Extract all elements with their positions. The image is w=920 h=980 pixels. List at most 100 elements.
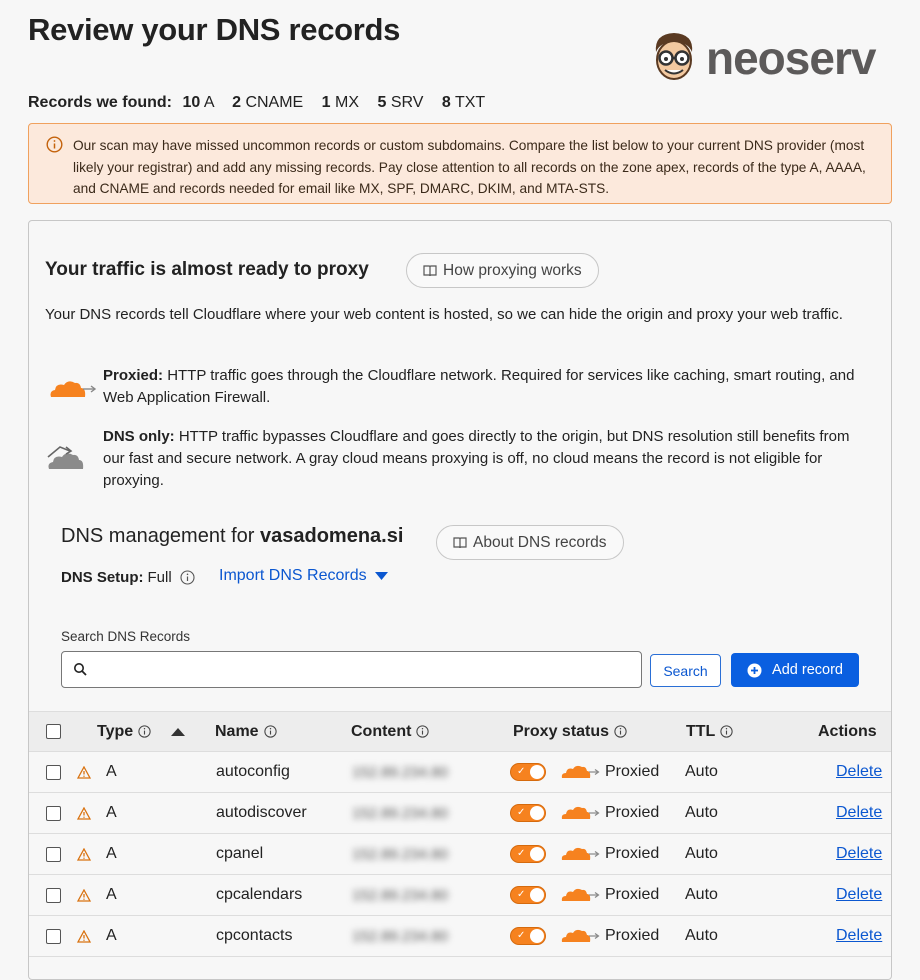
caret-down-icon bbox=[374, 572, 388, 580]
record-type: A bbox=[106, 763, 117, 780]
warning-icon bbox=[77, 806, 91, 820]
ttl-header-label: TTL bbox=[686, 722, 716, 740]
search-icon bbox=[74, 663, 87, 676]
proxy-toggle[interactable]: ✓ bbox=[510, 927, 546, 945]
type-header-label: Type bbox=[97, 722, 134, 740]
count-a: 10 bbox=[182, 94, 201, 111]
proxy-toggle[interactable]: ✓ bbox=[510, 804, 546, 822]
delete-link[interactable]: Delete bbox=[836, 793, 882, 833]
check-icon: ✓ bbox=[517, 766, 526, 777]
about-dns-label: About DNS records bbox=[473, 533, 607, 551]
actions-header-label: Actions bbox=[818, 722, 877, 740]
delete-link[interactable]: Delete bbox=[836, 752, 882, 792]
proxy-toggle[interactable]: ✓ bbox=[510, 845, 546, 863]
proxy-toggle[interactable]: ✓ bbox=[510, 763, 546, 781]
mascot-logo-icon bbox=[655, 33, 693, 80]
row-checkbox[interactable] bbox=[46, 887, 61, 903]
proxy-status-label: Proxied bbox=[605, 927, 660, 944]
table-row: A cpcalendars 152.89.234.80 ✓ Proxied Au… bbox=[29, 875, 891, 916]
row-checkbox[interactable] bbox=[46, 805, 61, 821]
table-row: A autodiscover 152.89.234.80 ✓ Proxied A… bbox=[29, 793, 891, 834]
proxy-card: Your traffic is almost ready to proxy Ho… bbox=[28, 220, 892, 980]
proxy-header-label: Proxy status bbox=[513, 722, 610, 740]
proxy-status-label: Proxied bbox=[605, 804, 660, 821]
dns-setup-label: DNS Setup: bbox=[61, 569, 144, 586]
content-header-label: Content bbox=[351, 722, 412, 740]
delete-link[interactable]: Delete bbox=[836, 875, 882, 915]
table-header: Type Name Content Proxy status TTL Actio… bbox=[29, 711, 891, 752]
info-icon bbox=[263, 725, 277, 738]
proxied-description: Proxied: HTTP traffic goes through the C… bbox=[103, 365, 873, 409]
name-header-label: Name bbox=[215, 722, 259, 740]
proxied-cloud-icon bbox=[561, 888, 600, 901]
add-record-button[interactable]: Add record bbox=[731, 653, 859, 687]
count-srv-type: SRV bbox=[390, 94, 424, 111]
dns-management-heading: DNS management for vasadomena.si bbox=[61, 525, 403, 548]
info-icon[interactable] bbox=[180, 570, 195, 585]
sort-ascending-icon[interactable] bbox=[171, 727, 186, 736]
delete-link[interactable]: Delete bbox=[836, 834, 882, 874]
book-icon bbox=[453, 536, 467, 548]
check-icon: ✓ bbox=[517, 807, 526, 818]
count-cname: 2 bbox=[232, 94, 241, 111]
column-type[interactable]: Type bbox=[97, 712, 186, 751]
record-name: autoconfig bbox=[216, 763, 290, 780]
record-type: A bbox=[106, 845, 117, 862]
info-icon bbox=[46, 136, 63, 153]
dns-only-description: DNS only: HTTP traffic bypasses Cloudfla… bbox=[103, 426, 873, 492]
record-content: 152.89.234.80 bbox=[352, 804, 448, 822]
row-checkbox[interactable] bbox=[46, 846, 61, 862]
record-ttl: Auto bbox=[685, 886, 718, 903]
logo-text: neoserv bbox=[706, 32, 876, 84]
proxy-heading: Your traffic is almost ready to proxy bbox=[45, 259, 369, 280]
import-dns-records-dropdown[interactable]: Import DNS Records bbox=[219, 567, 388, 585]
import-dns-label: Import DNS Records bbox=[219, 567, 367, 584]
info-icon bbox=[416, 725, 430, 738]
proxy-toggle[interactable]: ✓ bbox=[510, 886, 546, 904]
domain-name: vasadomena.si bbox=[259, 525, 404, 547]
records-summary: Records we found: 10 A 2 CNAME 1 MX 5 SR… bbox=[28, 94, 485, 112]
proxied-cloud-icon bbox=[50, 381, 97, 397]
warning-icon bbox=[77, 847, 91, 861]
search-dns-input-wrapper bbox=[61, 651, 642, 688]
how-proxying-label: How proxying works bbox=[443, 261, 582, 279]
about-dns-records-button[interactable]: About DNS records bbox=[436, 525, 624, 560]
warning-text: Our scan may have missed uncommon record… bbox=[73, 138, 866, 196]
record-ttl: Auto bbox=[685, 845, 718, 862]
how-proxying-works-button[interactable]: How proxying works bbox=[406, 253, 599, 288]
proxied-title: Proxied: bbox=[103, 367, 164, 384]
record-type: A bbox=[106, 886, 117, 903]
column-name: Name bbox=[215, 712, 277, 751]
scan-warning-banner: Our scan may have missed uncommon record… bbox=[28, 123, 892, 204]
record-name: cpcalendars bbox=[216, 886, 303, 903]
search-button[interactable]: Search bbox=[650, 654, 721, 687]
proxied-text: HTTP traffic goes through the Cloudflare… bbox=[103, 367, 855, 406]
count-srv: 5 bbox=[377, 94, 387, 111]
proxy-status-label: Proxied bbox=[605, 845, 660, 862]
plus-circle-icon bbox=[747, 663, 762, 677]
record-content: 152.89.234.80 bbox=[352, 845, 448, 863]
record-ttl: Auto bbox=[685, 804, 718, 821]
summary-label: Records we found: bbox=[28, 94, 173, 111]
delete-link[interactable]: Delete bbox=[836, 916, 882, 956]
record-content: 152.89.234.80 bbox=[352, 886, 448, 904]
row-checkbox[interactable] bbox=[46, 764, 61, 780]
proxied-cloud-icon bbox=[561, 806, 600, 819]
column-content: Content bbox=[351, 712, 430, 751]
warning-icon bbox=[77, 929, 91, 943]
search-dns-input[interactable] bbox=[96, 661, 616, 679]
check-icon: ✓ bbox=[517, 930, 526, 941]
proxied-cloud-icon bbox=[561, 929, 600, 942]
add-record-label: Add record bbox=[772, 662, 843, 678]
dns-only-cloud-icon bbox=[47, 446, 84, 469]
select-all-checkbox[interactable] bbox=[46, 724, 61, 739]
count-txt-type: TXT bbox=[454, 94, 486, 111]
proxied-cloud-icon bbox=[561, 765, 600, 778]
table-row: A autoconfig 152.89.234.80 ✓ Proxied Aut… bbox=[29, 752, 891, 793]
row-checkbox[interactable] bbox=[46, 928, 61, 944]
info-icon bbox=[138, 725, 151, 738]
record-content: 152.89.234.80 bbox=[352, 763, 448, 781]
record-name: autodiscover bbox=[216, 804, 307, 821]
neoserv-logo: neoserv bbox=[648, 30, 876, 86]
proxy-status-label: Proxied bbox=[605, 886, 660, 903]
